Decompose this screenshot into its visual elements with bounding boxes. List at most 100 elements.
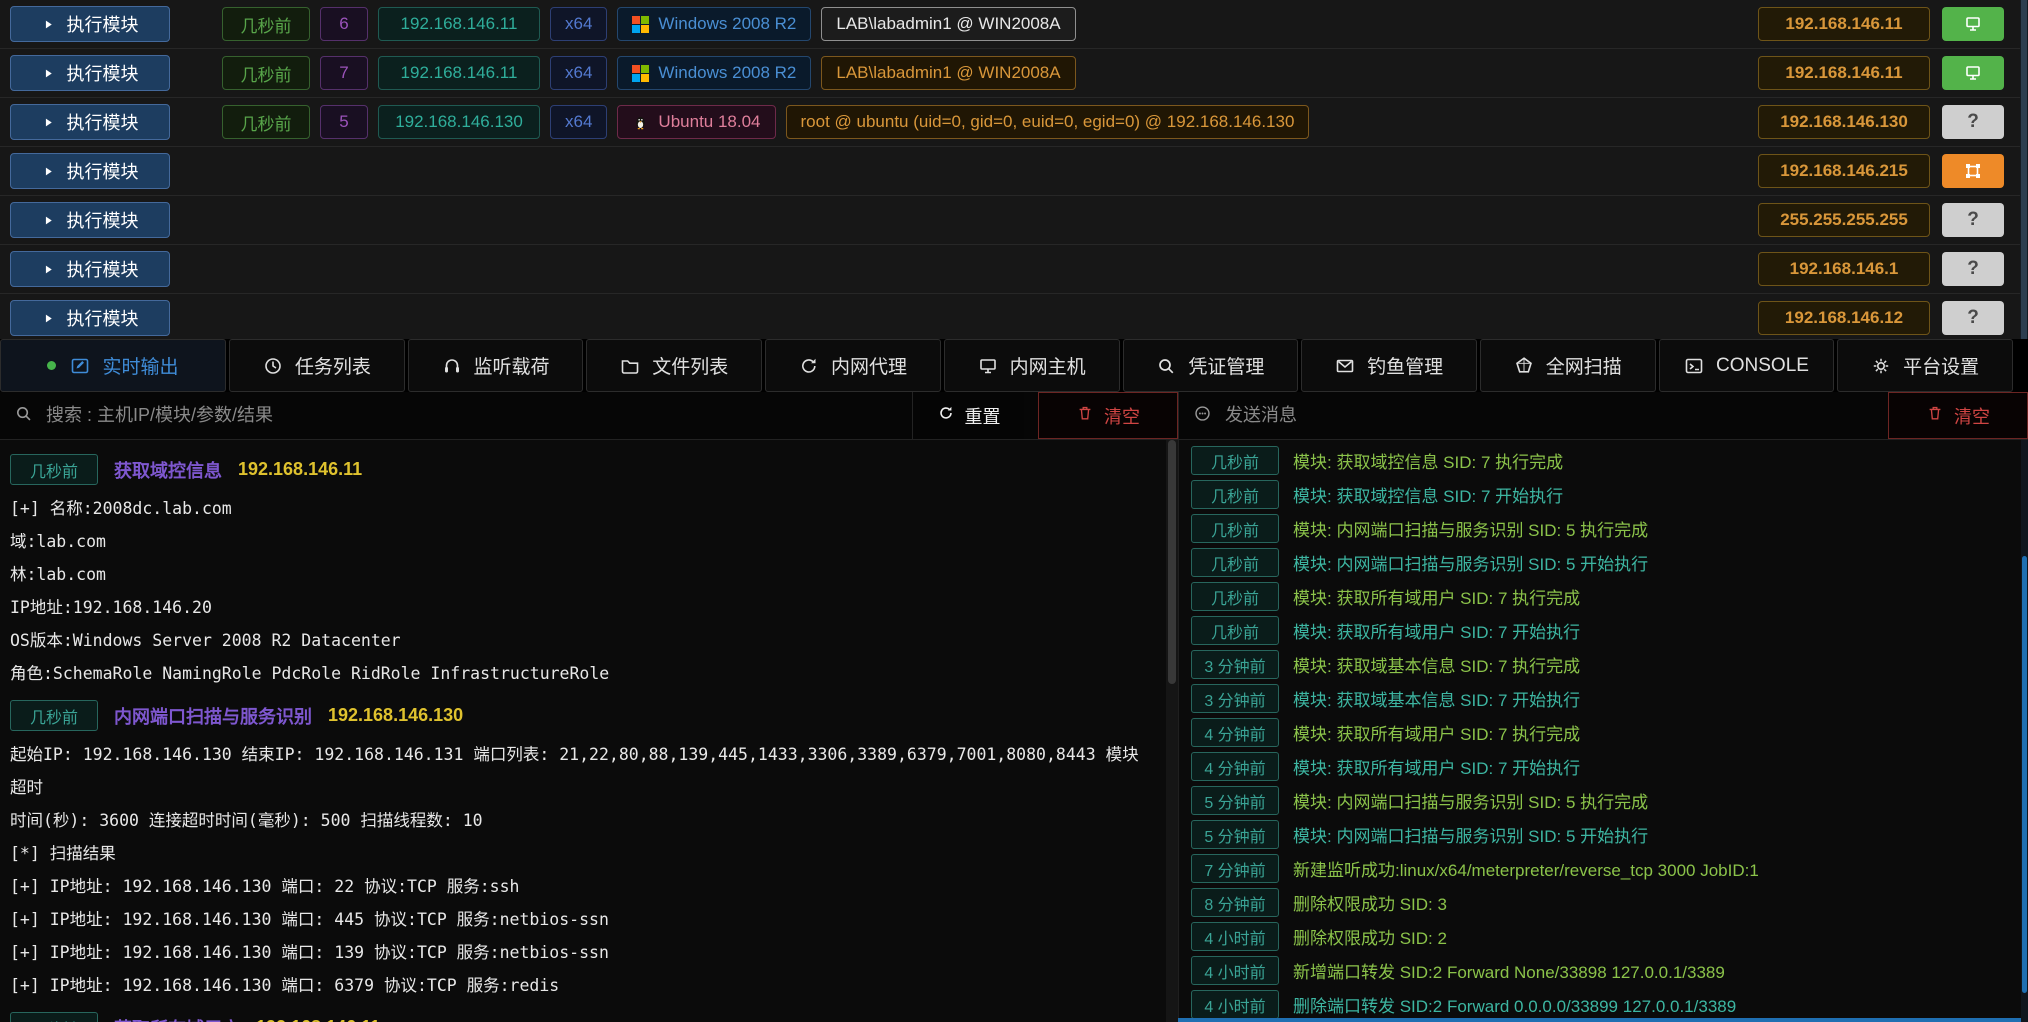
execute-module-button[interactable]: 执行模块 [10,104,170,140]
scan-icon [1514,356,1534,376]
clear-output-button[interactable]: 清空 [1038,392,1178,439]
search-icon [1156,356,1176,376]
search-input[interactable] [44,404,912,427]
play-icon [42,165,55,178]
notification-row: 4 分钟前模块: 获取所有域用户 SID: 7 开始执行 [1191,752,2028,781]
tab-console[interactable]: CONSOLE [1659,339,1835,392]
unknown-host-button[interactable]: ? [1942,105,2004,139]
output-time-badge: 几秒前 [10,454,98,485]
execute-module-button[interactable]: 执行模块 [10,300,170,336]
tab-clock[interactable]: 任务列表 [229,339,405,392]
output-line: 角色:SchemaRole NamingRole PdcRole RidRole… [10,657,1152,690]
execute-module-button[interactable]: 执行模块 [10,6,170,42]
execute-module-button[interactable]: 执行模块 [10,55,170,91]
execute-module-button[interactable]: 执行模块 [10,153,170,189]
tab-label: 内网主机 [1010,352,1086,379]
notification-text: 模块: 获取所有域用户 SID: 7 开始执行 [1293,754,1580,779]
notification-time-badge: 4 分钟前 [1191,718,1279,747]
tab-host[interactable]: 内网主机 [944,339,1120,392]
session-host-button[interactable] [1942,7,2004,41]
tab-bar: 实时输出任务列表 监听载荷 文件列表 内网代理 内网主机 凭证管理钓鱼管理 全网扫描 CONS… [0,339,2028,392]
session-arch-badge: x64 [550,56,607,90]
reset-button[interactable]: 重置 [912,392,1024,439]
output-line: [+] IP地址: 192.168.146.130 端口: 22 协议:TCP … [10,870,1152,903]
session-row: 执行模块几秒前6192.168.146.11x64Windows 2008 R2… [0,0,2028,49]
session-arch-badge: x64 [550,105,607,139]
notification-time-badge: 4 小时前 [1191,990,1279,1019]
execute-module-label: 执行模块 [67,109,139,135]
tab-scan[interactable]: 全网扫描 [1480,339,1656,392]
notification-row: 4 小时前删除端口转发 SID:2 Forward 0.0.0.0/33899 … [1191,990,2028,1019]
execute-module-label: 执行模块 [67,11,139,37]
message-box [1178,392,1888,439]
session-arch-badge: x64 [550,7,607,41]
host-ip-badge: 192.168.146.11 [1758,7,1930,41]
tab-label: 全网扫描 [1546,352,1622,379]
notification-row: 几秒前模块: 内网端口扫描与服务识别 SID: 5 开始执行 [1191,548,2028,577]
play-icon [42,18,55,31]
execute-module-label: 执行模块 [67,207,139,233]
notification-text: 模块: 获取域控信息 SID: 7 执行完成 [1293,448,1563,473]
trash-icon [1926,404,1944,427]
penguin-icon [632,114,649,131]
tab-proxy[interactable]: 内网代理 [765,339,941,392]
session-badges: 几秒前5192.168.146.130x64Ubuntu 18.04root @… [222,105,1309,139]
play-icon [42,116,55,129]
windows-logo-icon [632,65,649,82]
session-os-badge: Windows 2008 R2 [617,7,811,41]
notification-scrollbar[interactable] [2021,440,2028,1022]
output-line: [+] IP地址: 192.168.146.130 端口: 139 协议:TCP… [10,936,1152,969]
host-right-group: 192.168.146.12? [1758,301,2028,335]
output-block-header: 几秒前获取所有域用户192.168.146.11 [10,1012,1152,1022]
session-user-badge: root @ ubuntu (uid=0, gid=0, euid=0, egi… [786,105,1310,139]
output-line: OS版本:Windows Server 2008 R2 Datacenter [10,624,1152,657]
notification-row: 几秒前模块: 获取域控信息 SID: 7 开始执行 [1191,480,2028,509]
notification-time-badge: 4 小时前 [1191,956,1279,985]
play-icon [42,263,55,276]
notification-time-badge: 5 分钟前 [1191,786,1279,815]
session-ip-badge: 192.168.146.130 [378,105,540,139]
host-ip-badge: 192.168.146.1 [1758,252,1930,286]
play-icon [42,214,55,227]
output-line: 起始IP: 192.168.146.130 结束IP: 192.168.146.… [10,738,1152,804]
host-ip-badge: 192.168.146.11 [1758,56,1930,90]
tab-headset[interactable]: 监听载荷 [408,339,584,392]
unknown-host-button[interactable]: ? [1942,252,2004,286]
unknown-host-button[interactable]: ? [1942,203,2004,237]
notification-time-badge: 几秒前 [1191,480,1279,509]
tab-search[interactable]: 凭证管理 [1123,339,1299,392]
tab-label: 监听载荷 [474,352,550,379]
notification-row: 4 小时前删除权限成功 SID: 2 [1191,922,2028,951]
output-line: 林:lab.com [10,558,1152,591]
session-scrollbar[interactable] [2020,0,2028,339]
tab-mail[interactable]: 钓鱼管理 [1301,339,1477,392]
execute-module-label: 执行模块 [67,305,139,331]
execute-module-button[interactable]: 执行模块 [10,251,170,287]
output-host-ip: 192.168.146.130 [328,705,463,726]
reset-button-label: 重置 [965,403,1001,429]
host-ip-badge: 192.168.146.12 [1758,301,1930,335]
tab-label: 内网代理 [831,352,907,379]
notification-text: 删除端口转发 SID:2 Forward 0.0.0.0/33899 127.0… [1293,992,1736,1017]
notification-hscrollbar[interactable] [1178,1018,2021,1022]
unknown-host-button[interactable]: ? [1942,301,2004,335]
folder-icon [620,356,640,376]
session-user-badge: LAB\labadmin1 @ WIN2008A [821,56,1075,90]
notification-row: 8 分钟前删除权限成功 SID: 3 [1191,888,2028,917]
tab-folder[interactable]: 文件列表 [586,339,762,392]
send-message-input[interactable] [1223,404,1888,427]
session-host-button[interactable] [1942,56,2004,90]
clock-icon [263,356,283,376]
notification-time-badge: 8 分钟前 [1191,888,1279,917]
output-scrollbar[interactable] [1166,440,1178,1022]
tab-live[interactable]: 实时输出 [0,339,226,392]
tab-gear[interactable]: 平台设置 [1837,339,2013,392]
notification-text: 新建监听成功:linux/x64/meterpreter/reverse_tcp… [1293,856,1759,881]
execute-module-button[interactable]: 执行模块 [10,202,170,238]
play-icon [42,312,55,325]
chat-icon [1193,404,1212,423]
search-box [0,392,912,439]
notification-time-badge: 几秒前 [1191,446,1279,475]
clear-notifications-button[interactable]: 清空 [1888,392,2028,439]
network-host-button[interactable] [1942,154,2004,188]
